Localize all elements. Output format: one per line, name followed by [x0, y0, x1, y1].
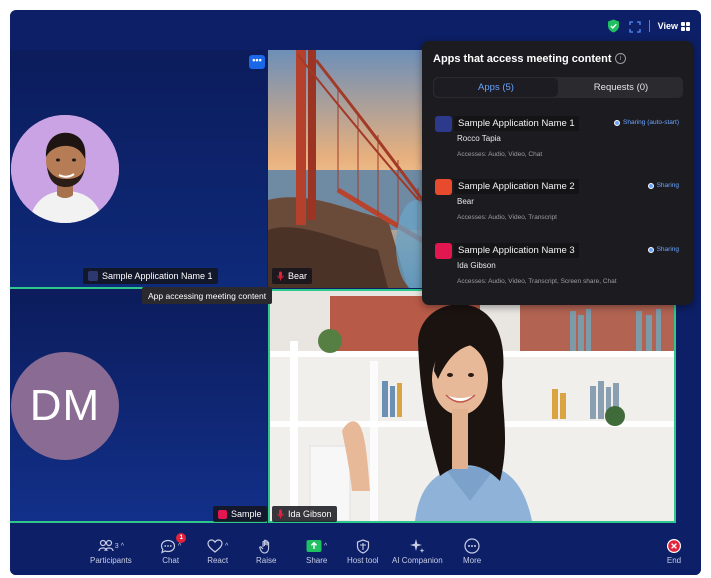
tile-more-button[interactable]: •••: [249, 55, 265, 69]
participant-name: Ida Gibson: [288, 509, 332, 519]
app-square-icon: [435, 116, 452, 132]
app-square-icon: [218, 509, 227, 519]
apps-panel: Apps that access meeting content i Apps …: [422, 41, 693, 305]
app-list-item[interactable]: Sample Application Name 3 Ida Gibson Acc…: [435, 240, 685, 292]
tab-apps[interactable]: Apps (5): [434, 78, 558, 97]
chat-icon: [160, 539, 176, 554]
host-tool-icon-wrap: [356, 536, 370, 556]
end-icon-wrap: [666, 536, 682, 556]
host-tool-button[interactable]: Host tool: [347, 536, 379, 574]
react-button[interactable]: ^ React: [207, 536, 228, 574]
app-name: Sample Application Name 3: [454, 243, 579, 258]
chat-button[interactable]: 1 ^ Chat: [160, 533, 187, 574]
app-square-icon: [88, 271, 98, 281]
participants-button[interactable]: 3 ^ Participants: [90, 536, 132, 574]
react-label: React: [207, 556, 229, 565]
end-label: End: [666, 556, 682, 565]
name-tag-ida: Ida Gibson: [272, 506, 337, 522]
name-tag-bear: Bear: [272, 268, 313, 284]
more-label: More: [463, 556, 482, 565]
fullscreen-icon[interactable]: [628, 20, 641, 33]
chat-label: Chat: [162, 556, 180, 565]
share-screen-icon: [306, 540, 322, 552]
app-status-label: Sharing: [656, 246, 679, 253]
app-name: Sample Application Name 1: [454, 116, 579, 131]
app-owner: Bear: [457, 197, 474, 206]
view-button[interactable]: View: [658, 21, 690, 31]
shield-icon: [356, 538, 369, 554]
status-dot-icon: [647, 246, 654, 253]
chevron-up-icon[interactable]: ^: [178, 543, 181, 550]
video-tile-ida[interactable]: [268, 289, 676, 523]
share-label: Share: [306, 556, 328, 565]
app-name: Sample Application Name 2: [454, 179, 579, 194]
app-status: Sharing: [647, 246, 679, 253]
tab-requests[interactable]: Requests (0): [559, 77, 683, 98]
app-tag-label: Sample Application Name 1: [102, 271, 213, 281]
meeting-toolbar: 3 ^ Participants 1 ^ Chat ^ React Raise …: [10, 532, 701, 575]
mic-muted-icon: [277, 271, 284, 281]
view-grid-icon: [681, 21, 690, 31]
heart-icon: [207, 539, 223, 553]
top-separator: [648, 20, 650, 32]
app-status-label: Sharing (auto-start): [623, 119, 679, 126]
share-icon-wrap: ^: [306, 536, 327, 556]
chevron-up-icon[interactable]: ^: [225, 543, 228, 550]
participants-icon-wrap: 3 ^: [98, 536, 124, 556]
end-button[interactable]: End: [666, 536, 682, 574]
encryption-shield-icon[interactable]: [607, 19, 621, 33]
sample-label: Sample: [231, 509, 262, 519]
raise-label: Raise: [256, 556, 277, 565]
chevron-up-icon[interactable]: ^: [324, 543, 327, 550]
apps-tabs: Apps (5) Requests (0): [433, 77, 683, 98]
app-square-icon: [435, 243, 452, 259]
host-tool-label: Host tool: [347, 556, 379, 565]
top-controls: View: [607, 16, 690, 36]
more-button[interactable]: More: [463, 536, 481, 574]
react-icon-wrap: ^: [207, 536, 228, 556]
more-icon: [464, 538, 480, 554]
app-list-item[interactable]: Sample Application Name 1 Rocco Tapia Ac…: [435, 113, 685, 165]
raise-hand-button[interactable]: Raise: [256, 536, 276, 574]
view-label: View: [657, 21, 678, 31]
end-call-icon: [667, 539, 681, 553]
participants-count: 3: [114, 542, 119, 550]
app-status: Sharing (auto-start): [614, 119, 679, 126]
app-tooltip: App accessing meeting content: [142, 287, 273, 304]
participant-avatar-initials: DM: [11, 352, 119, 460]
participants-label: Participants: [90, 556, 132, 565]
info-icon[interactable]: i: [615, 53, 626, 64]
ai-companion-button[interactable]: AI Companion: [392, 536, 443, 574]
share-button[interactable]: ^ Share: [306, 536, 327, 574]
participant-avatar-photo: [11, 115, 119, 223]
app-accesses: Accesses: Audio, Video, Transcript, Scre…: [457, 278, 617, 285]
status-dot-icon: [614, 119, 620, 126]
ai-companion-icon-wrap: [409, 536, 425, 556]
status-dot-icon: [647, 182, 654, 189]
app-square-icon: [435, 179, 452, 195]
hand-icon: [259, 539, 270, 554]
participant-name: Bear: [288, 271, 308, 281]
app-name-tag[interactable]: Sample Application Name 1: [83, 268, 218, 284]
app-owner: Ida Gibson: [457, 261, 496, 270]
chevron-up-icon[interactable]: ^: [121, 543, 124, 550]
app-status-label: Sharing: [656, 182, 679, 189]
app-accesses: Accesses: Audio, Video, Chat: [457, 151, 543, 158]
name-tag-sample[interactable]: Sample: [213, 506, 267, 522]
mic-muted-icon: [277, 509, 284, 519]
app-status: Sharing: [647, 182, 679, 189]
raise-icon-wrap: [259, 536, 273, 556]
more-icon-wrap: [464, 536, 480, 556]
participants-icon: [98, 539, 114, 552]
chat-icon-wrap: 1 ^: [160, 533, 187, 556]
ai-companion-label: AI Companion: [392, 556, 443, 565]
app-list-item[interactable]: Sample Application Name 2 Bear Accesses:…: [435, 176, 685, 228]
app-accesses: Accesses: Audio, Video, Transcript: [457, 214, 557, 221]
chat-unread-badge: 1: [176, 533, 187, 543]
panel-title: Apps that access meeting content: [433, 53, 612, 65]
app-owner: Rocco Tapia: [457, 134, 501, 143]
sparkle-icon: [410, 539, 425, 553]
